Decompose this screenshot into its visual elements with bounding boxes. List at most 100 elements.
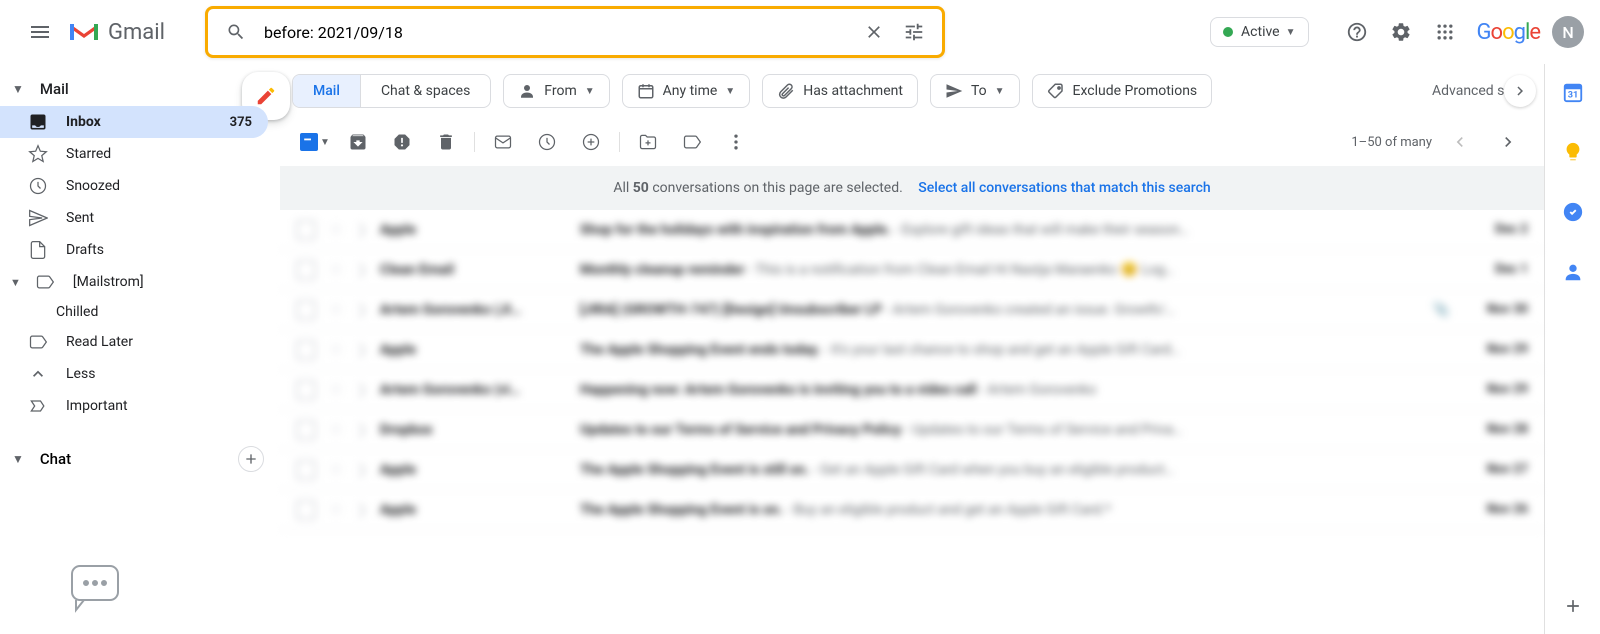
star-icon[interactable]: ☆ [328,259,344,280]
important-marker[interactable]: ❯ [356,222,368,238]
star-icon[interactable]: ☆ [328,299,344,320]
snooze-button[interactable] [527,122,567,162]
delete-button[interactable] [426,122,466,162]
trash-icon [436,132,456,152]
contacts-app-button[interactable] [1553,252,1593,292]
nav-snoozed[interactable]: Snoozed [0,170,268,202]
archive-button[interactable] [338,122,378,162]
email-row[interactable]: ☆ ❯ Apple The Apple Shopping Event is st… [280,450,1544,490]
row-checkbox[interactable] [296,260,316,280]
star-icon[interactable]: ☆ [328,219,344,240]
keep-app-button[interactable] [1553,132,1593,172]
labels-button[interactable] [672,122,712,162]
search-input[interactable] [256,23,854,42]
row-subject: Happening now: Artem Gorovenko is inviti… [580,382,1458,398]
row-checkbox[interactable] [296,500,316,520]
nav-mailstrom[interactable]: ▼ [Mailstrom] [0,266,268,298]
calendar-app-button[interactable]: 31 [1553,72,1593,112]
clear-search-button[interactable] [854,12,894,52]
chip-exclude-promotions[interactable]: Exclude Promotions [1032,74,1213,108]
search-button[interactable] [216,12,256,52]
scope-mail[interactable]: Mail [293,75,361,107]
add-task-button[interactable] [571,122,611,162]
nav-inbox[interactable]: Inbox 375 [0,106,268,138]
row-checkbox[interactable] [296,380,316,400]
email-row[interactable]: ☆ ❯ Artem Gorovenko (vi… Happening now: … [280,370,1544,410]
nav-item-label: Read Later [66,334,133,350]
chip-has-attachment[interactable]: Has attachment [762,74,918,108]
label-icon [35,272,55,292]
star-icon[interactable]: ☆ [328,459,344,480]
email-row[interactable]: ☆ ❯ Clean Email Monthly cleanup reminder… [280,250,1544,290]
nav-item-label: Sent [66,210,94,226]
scope-chat-spaces[interactable]: Chat & spaces [361,75,490,107]
folder-move-icon [638,132,658,152]
more-button[interactable] [716,122,756,162]
row-sender: Artem Gorovenko (vi… [380,382,580,398]
nav-less[interactable]: Less [0,358,268,390]
header-right: Active ▼ Google N [1210,12,1584,52]
star-icon[interactable]: ☆ [328,499,344,520]
important-marker[interactable]: ❯ [356,382,368,398]
row-checkbox[interactable] [296,420,316,440]
apps-button[interactable] [1425,12,1465,52]
person-icon [518,82,536,100]
email-row[interactable]: ☆ ❯ Dropbox Updates to our Terms of Serv… [280,410,1544,450]
support-button[interactable] [1337,12,1377,52]
side-panel: 31 [1544,64,1600,634]
important-marker[interactable]: ❯ [356,462,368,478]
important-icon [28,396,48,416]
mail-section-header[interactable]: ▼ Mail [0,72,280,106]
important-marker[interactable]: ❯ [356,342,368,358]
important-marker[interactable]: ❯ [356,262,368,278]
move-to-button[interactable] [628,122,668,162]
email-row[interactable]: ☆ ❯ Apple The Apple Shopping Event ends … [280,330,1544,370]
account-avatar[interactable]: N [1552,16,1584,48]
nav-starred[interactable]: Starred [0,138,268,170]
email-row[interactable]: ☆ ❯ Apple Shop for the holidays with ins… [280,210,1544,250]
settings-button[interactable] [1381,12,1421,52]
select-all-checkbox[interactable]: ▼ [296,129,334,155]
chip-to[interactable]: To ▼ [930,74,1020,108]
chevron-left-icon [1450,132,1470,152]
new-chat-button[interactable] [238,446,264,472]
row-checkbox[interactable] [296,220,316,240]
select-all-matching-link[interactable]: Select all conversations that match this… [918,180,1210,196]
main-menu-button[interactable] [16,8,64,56]
report-spam-button[interactable] [382,122,422,162]
filter-scroll-right[interactable] [1504,75,1536,107]
row-checkbox[interactable] [296,460,316,480]
status-chip[interactable]: Active ▼ [1210,17,1308,47]
nav-drafts[interactable]: Drafts [0,234,268,266]
chat-section-header[interactable]: ▼ Chat [0,438,280,480]
important-marker[interactable]: ❯ [356,422,368,438]
row-checkbox[interactable] [296,340,316,360]
tasks-app-button[interactable] [1553,192,1593,232]
nav-item-label: [Mailstrom] [73,274,144,290]
next-page-button[interactable] [1488,122,1528,162]
add-ons-button[interactable] [1553,586,1593,626]
chip-from[interactable]: From ▼ [503,74,609,108]
star-icon[interactable]: ☆ [328,419,344,440]
email-row[interactable]: ☆ ❯ Artem Gorovenko (JI… [JIRA] (GROWTH-… [280,290,1544,330]
prev-page-button[interactable] [1440,122,1480,162]
email-row[interactable]: ☆ ❯ Apple The Apple Shopping Event is on… [280,490,1544,530]
nav-important[interactable]: Important [0,390,268,422]
label-icon [28,332,48,352]
email-list[interactable]: ☆ ❯ Apple Shop for the holidays with ins… [280,210,1544,634]
star-icon[interactable]: ☆ [328,339,344,360]
banner-text-middle: conversations on this page are selected. [649,180,903,196]
gmail-logo[interactable]: Gmail [68,20,165,45]
nav-read-later[interactable]: Read Later [0,326,268,358]
nav-chilled[interactable]: Chilled [0,298,268,326]
search-icon [226,22,246,42]
nav-sent[interactable]: Sent [0,202,268,234]
important-marker[interactable]: ❯ [356,302,368,318]
important-marker[interactable]: ❯ [356,502,368,518]
mark-unread-button[interactable] [483,122,523,162]
row-checkbox[interactable] [296,300,316,320]
chip-any-time[interactable]: Any time ▼ [622,74,751,108]
more-vert-icon [726,132,746,152]
search-options-button[interactable] [894,12,934,52]
star-icon[interactable]: ☆ [328,379,344,400]
